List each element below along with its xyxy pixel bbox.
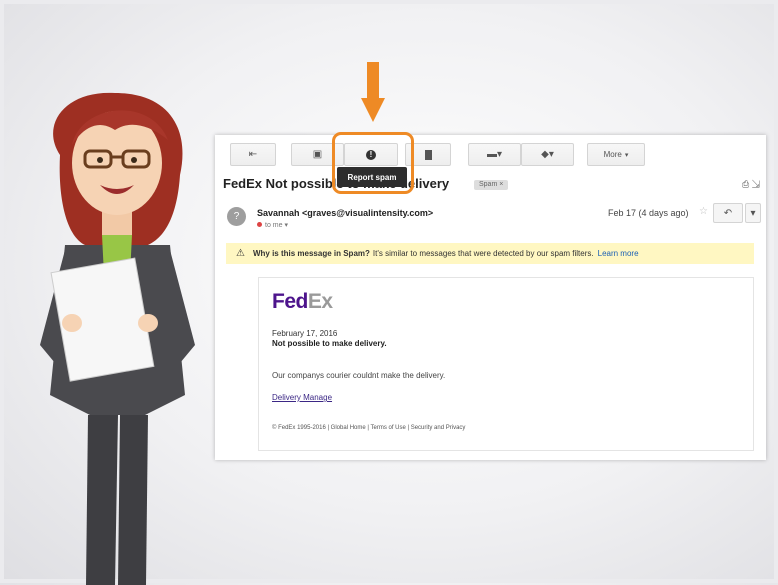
fedex-logo: FedEx [272, 290, 333, 314]
more-actions-button[interactable]: ▾ [745, 203, 761, 223]
email-date: February 17, 2016 [272, 329, 338, 338]
back-button[interactable]: ⇤ [230, 143, 276, 166]
gmail-message-view: ⇤ ▣ ! ▬▾ ◆▾ More ▾ FedEx Not possible to… [215, 135, 766, 460]
more-label: More [603, 150, 622, 159]
email-footer: © FedEx 1995-2016 | Global Home | Terms … [272, 425, 466, 431]
warning-question: Why is this message in Spam? [252, 249, 370, 258]
labels-button[interactable]: ◆▾ [521, 143, 574, 166]
chevron-down-icon: ▾ [624, 151, 629, 159]
avatar: ? [227, 207, 246, 226]
star-icon[interactable]: ☆ [699, 206, 708, 217]
trash-icon [424, 149, 432, 160]
subject-row: FedEx Not possible to make delivery Spam… [215, 175, 766, 195]
pointer-arrow-icon [361, 62, 385, 122]
archive-icon: ▣ [312, 149, 323, 160]
warning-icon: ⚠ [236, 248, 245, 259]
logo-fed: Fed [272, 290, 308, 313]
sender-row: ? Savannah <graves@visualintensity.com> … [215, 199, 766, 233]
more-button[interactable]: More ▾ [587, 143, 645, 166]
email-text: Our companys courier couldnt make the de… [272, 371, 446, 380]
recipient-label: to me [265, 222, 283, 229]
sender-address[interactable]: Savannah <graves@visualintensity.com> [257, 208, 433, 218]
email-headline: Not possible to make delivery. [272, 339, 387, 348]
reply-icon: ↶ [723, 207, 733, 219]
importance-dot-icon [257, 222, 262, 227]
email-body: FedEx February 17, 2016 Not possible to … [258, 277, 754, 451]
message-toolbar: ⇤ ▣ ! ▬▾ ◆▾ More ▾ [215, 135, 766, 175]
presenter-character [40, 92, 195, 585]
warning-text: It's similar to messages that were detec… [372, 249, 594, 258]
message-date: Feb 17 (4 days ago) [608, 208, 689, 218]
move-to-button[interactable]: ▬▾ [468, 143, 521, 166]
chevron-down-icon: ▾ [750, 207, 756, 219]
delivery-manage-link[interactable]: Delivery Manage [272, 393, 332, 402]
report-spam-tooltip: Report spam [337, 167, 407, 187]
print-newwindow-icons[interactable]: ⎙ ⇲ [742, 179, 760, 190]
tag-icon: ◆▾ [541, 149, 554, 160]
learn-more-link[interactable]: Learn more [598, 249, 639, 258]
recipient-summary[interactable]: to me ▾ [257, 221, 288, 229]
folder-icon: ▬▾ [486, 149, 503, 160]
avatar-letter: ? [233, 211, 240, 222]
back-icon: ⇤ [248, 149, 258, 160]
logo-ex: Ex [307, 290, 333, 313]
reply-button[interactable]: ↶ [713, 203, 743, 223]
spam-warning-bar: ⚠ Why is this message in Spam? It's simi… [226, 243, 754, 264]
chevron-down-icon: ▾ [284, 222, 288, 229]
spam-label-chip[interactable]: Spam × [474, 180, 509, 190]
